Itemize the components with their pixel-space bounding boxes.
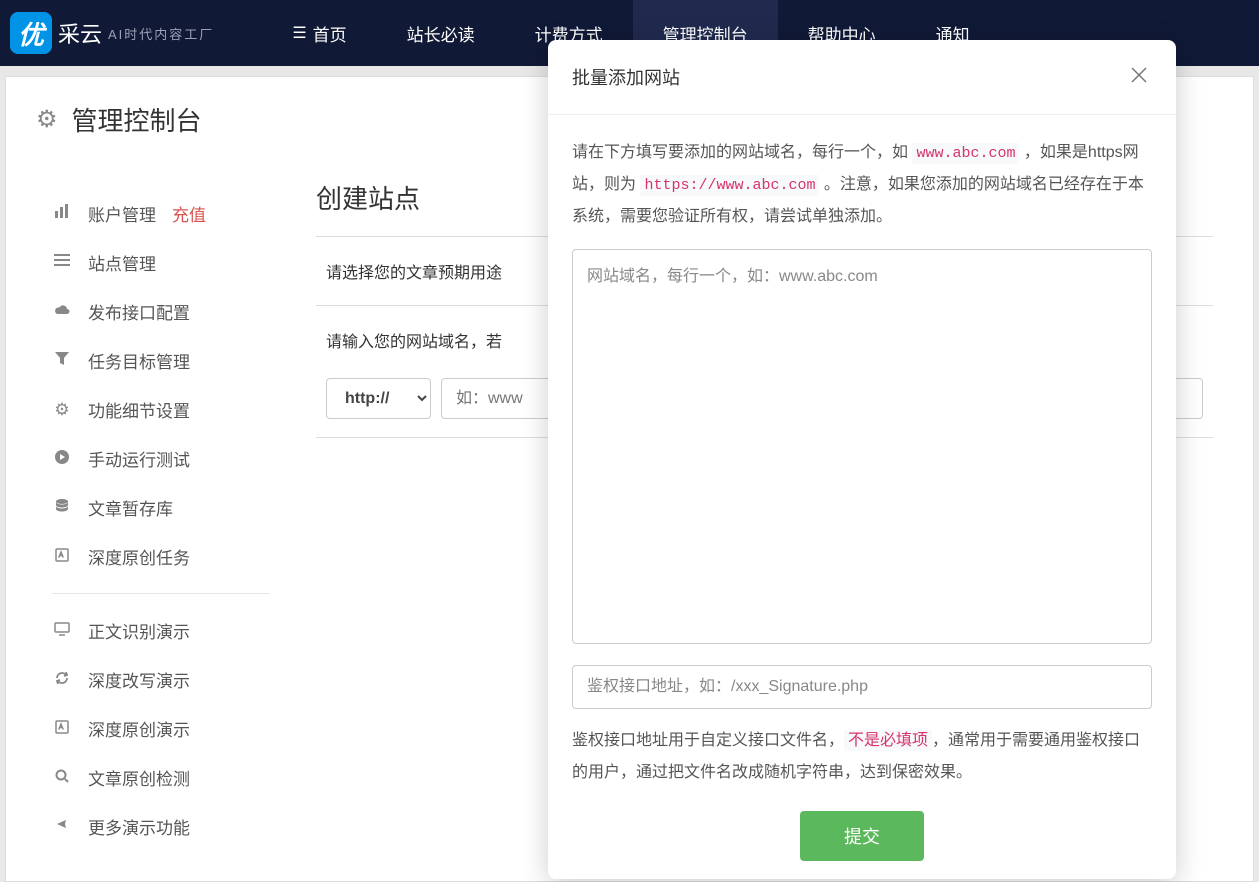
sidebar-label: 任务目标管理 bbox=[88, 348, 190, 373]
sidebar-item-demo-rewrite[interactable]: 深度改写演示 bbox=[36, 655, 286, 704]
filter-icon bbox=[52, 351, 72, 371]
recharge-badge: 充值 bbox=[172, 201, 206, 226]
gear-icon: ⚙ bbox=[36, 105, 58, 134]
sidebar-label: 深度改写演示 bbox=[88, 667, 190, 692]
sidebar-label: 功能细节设置 bbox=[88, 397, 190, 422]
modal-header: 批量添加网站 bbox=[548, 40, 1176, 115]
code-sample: www.abc.com bbox=[912, 143, 1019, 164]
sidebar-label: 账户管理 bbox=[88, 201, 156, 226]
sidebar-item-manual[interactable]: 手动运行测试 bbox=[36, 434, 286, 483]
search-icon bbox=[52, 768, 72, 788]
scheme-select[interactable]: http:// bbox=[326, 378, 431, 419]
edit-icon bbox=[52, 547, 72, 567]
logo-subtitle: AI时代内容工厂 bbox=[108, 24, 214, 43]
edit-icon bbox=[52, 719, 72, 739]
sidebar-item-deep-task[interactable]: 深度原创任务 bbox=[36, 532, 286, 581]
monitor-icon bbox=[52, 621, 72, 641]
sidebar-item-storage[interactable]: 文章暂存库 bbox=[36, 483, 286, 532]
nav-label: 首页 bbox=[313, 21, 347, 46]
modal-note: 鉴权接口地址用于自定义接口文件名，不是必填项，通常用于需要通用鉴权接口的用户，通… bbox=[572, 725, 1152, 789]
sidebar-label: 手动运行测试 bbox=[88, 446, 190, 471]
sidebar-item-tasks[interactable]: 任务目标管理 bbox=[36, 336, 286, 385]
refresh-icon bbox=[52, 670, 72, 690]
list-rows-icon bbox=[52, 252, 72, 273]
sidebar-item-account[interactable]: 账户管理 充值 bbox=[36, 189, 286, 238]
sidebar-item-demo-extract[interactable]: 正文识别演示 bbox=[36, 606, 286, 655]
logo-text: 采云 bbox=[58, 17, 102, 49]
sidebar-label: 深度原创演示 bbox=[88, 716, 190, 741]
sidebar-item-publish[interactable]: 发布接口配置 bbox=[36, 287, 286, 336]
sidebar-label: 发布接口配置 bbox=[88, 299, 190, 324]
close-button[interactable] bbox=[1126, 60, 1152, 94]
sidebar-label: 深度原创任务 bbox=[88, 544, 190, 569]
auth-url-input[interactable] bbox=[572, 665, 1152, 709]
sidebar-item-sites[interactable]: 站点管理 bbox=[36, 238, 286, 287]
sidebar-item-demo-original[interactable]: 深度原创演示 bbox=[36, 704, 286, 753]
submit-button[interactable]: 提交 bbox=[800, 811, 924, 861]
logo-icon: 优 bbox=[10, 12, 52, 54]
sidebar-label: 文章暂存库 bbox=[88, 495, 173, 520]
nav-master[interactable]: 站长必读 bbox=[377, 0, 505, 66]
not-required-badge: 不是必填项 bbox=[844, 730, 932, 751]
page-title: 管理控制台 bbox=[72, 101, 202, 138]
close-icon bbox=[1130, 66, 1148, 84]
sidebar-item-settings[interactable]: ⚙ 功能细节设置 bbox=[36, 385, 286, 434]
chart-icon bbox=[52, 203, 72, 224]
sidebar-label: 正文识别演示 bbox=[88, 618, 190, 643]
database-icon bbox=[52, 498, 72, 518]
sidebar-label: 更多演示功能 bbox=[88, 814, 190, 839]
batch-add-modal: 批量添加网站 请在下方填写要添加的网站域名，每行一个，如 www.abc.com… bbox=[548, 40, 1176, 879]
sidebar-item-demo-more[interactable]: 更多演示功能 bbox=[36, 802, 286, 851]
code-sample: https://www.abc.com bbox=[640, 175, 819, 196]
domains-textarea[interactable] bbox=[572, 249, 1152, 644]
logo[interactable]: 优 采云 AI时代内容工厂 bbox=[10, 12, 214, 54]
cloud-icon bbox=[52, 302, 72, 322]
modal-footer: 提交 bbox=[548, 811, 1176, 879]
nav-label: 站长必读 bbox=[407, 21, 475, 46]
sidebar-item-demo-check[interactable]: 文章原创检测 bbox=[36, 753, 286, 802]
nav-home[interactable]: ☰ 首页 bbox=[262, 0, 376, 66]
modal-title: 批量添加网站 bbox=[572, 64, 680, 90]
sidebar-divider bbox=[52, 593, 270, 594]
sidebar-label: 站点管理 bbox=[88, 250, 156, 275]
gears-icon: ⚙ bbox=[52, 400, 72, 420]
share-icon bbox=[52, 817, 72, 837]
sidebar: 账户管理 充值 站点管理 发布接口配置 任务目标管理 bbox=[26, 169, 296, 871]
modal-description: 请在下方填写要添加的网站域名，每行一个，如 www.abc.com ，如果是ht… bbox=[572, 137, 1152, 233]
list-icon: ☰ bbox=[292, 23, 306, 43]
play-icon bbox=[52, 449, 72, 469]
modal-body: 请在下方填写要添加的网站域名，每行一个，如 www.abc.com ，如果是ht… bbox=[548, 115, 1176, 811]
sidebar-label: 文章原创检测 bbox=[88, 765, 190, 790]
